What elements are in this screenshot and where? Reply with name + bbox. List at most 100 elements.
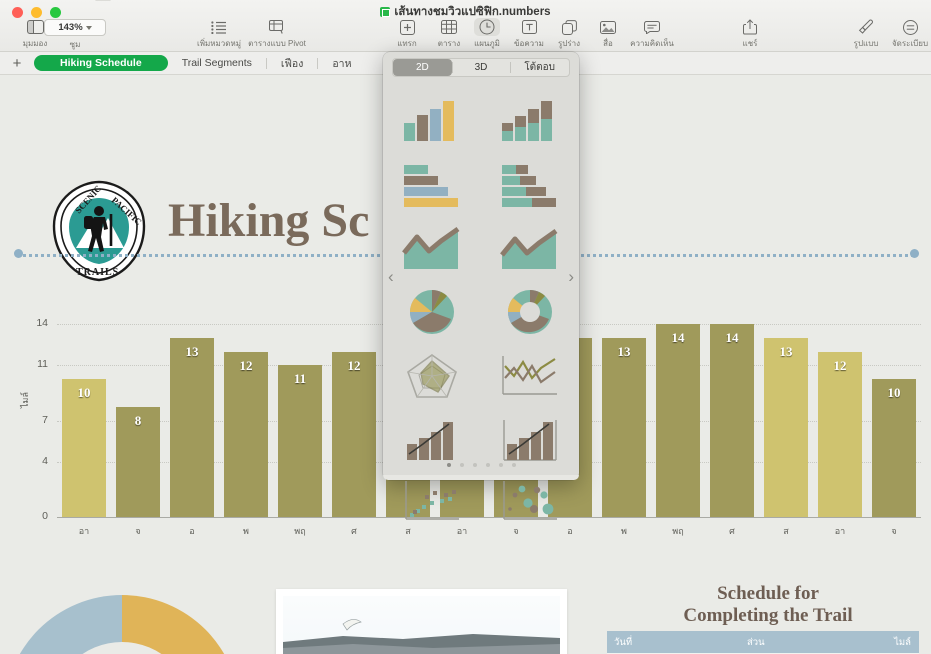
chart-bar[interactable]: 13 (602, 338, 646, 517)
table-icon (436, 18, 462, 36)
popover-prev-page-icon[interactable]: ‹ (388, 268, 394, 285)
chart-dimension-segmented-control[interactable]: 2D 3D โต้ตอบ (392, 58, 570, 77)
media-button[interactable]: สื่อ (587, 18, 629, 50)
popover-page-dot[interactable] (512, 463, 516, 467)
chart-bar-value-label: 12 (332, 358, 376, 374)
organize-label: จัดระเบียบ (892, 37, 928, 50)
popover-next-page-icon[interactable]: › (568, 268, 574, 285)
share-icon (737, 18, 763, 36)
chart-option-area-chart[interactable] (395, 219, 469, 277)
shape-label: รูปร่าง (558, 37, 580, 50)
chart-option-scatter-chart[interactable] (395, 472, 469, 530)
chart-bar[interactable]: 14 (710, 324, 754, 517)
chart-bar[interactable]: 12 (332, 352, 376, 517)
chart-x-tick: อา (813, 524, 867, 538)
media-icon (595, 18, 621, 36)
text-box-icon (516, 18, 542, 36)
coastline-photo[interactable] (276, 589, 567, 654)
tab-2d[interactable]: 2D (393, 59, 452, 76)
popover-page-dot[interactable] (473, 463, 477, 467)
sheet-tab-hiking-schedule[interactable]: Hiking Schedule (34, 55, 168, 71)
chart-option-two-axis-chart[interactable] (493, 411, 567, 469)
comment-label: ความคิดเห็น (630, 37, 674, 50)
chart-bar[interactable]: 12 (224, 352, 268, 517)
chart-x-tick: พ (597, 524, 651, 538)
chart-type-grid[interactable] (383, 88, 579, 496)
chart-y-tick: 14 (24, 317, 48, 329)
organize-button[interactable]: จัดระเบียบ (884, 18, 931, 50)
chart-bar-value-label: 12 (818, 358, 862, 374)
chart-x-tick: พฤ (651, 524, 705, 538)
chart-option-donut-chart[interactable] (493, 283, 567, 341)
popover-page-dot[interactable] (447, 463, 451, 467)
chart-bar-value-label: 13 (602, 344, 646, 360)
sheet-tab-food[interactable]: อาห (318, 53, 365, 74)
titlebar: เส้นทางชมวิวแปซิฟิก.numbers มุมมอง 143% … (0, 0, 931, 52)
chart-bar-value-label: 12 (224, 358, 268, 374)
tab-interactive[interactable]: โต้ตอบ (510, 59, 569, 76)
schedule-table[interactable]: วันที่ ส่วน ไมล์ 5-20 กรกฎาคม 2558 Calif… (607, 631, 919, 654)
popover-footer (383, 475, 579, 480)
popover-page-dots[interactable] (383, 463, 579, 467)
comment-button[interactable]: ความคิดเห็น (624, 18, 680, 50)
schedule-title-line2: Completing the Trail (605, 605, 931, 627)
chart-bar-value-label: 13 (170, 344, 214, 360)
chart-type-popover[interactable]: 2D 3D โต้ตอบ (383, 52, 579, 480)
chart-bar[interactable]: 14 (656, 324, 700, 517)
chart-bar[interactable]: 12 (818, 352, 862, 517)
chart-bar[interactable]: 13 (170, 338, 214, 517)
insert-button[interactable]: แทรก (386, 18, 428, 50)
chart-option-line-chart[interactable] (493, 347, 567, 405)
chart-bar-value-label: 8 (116, 413, 160, 429)
chart-bar[interactable]: 8 (116, 407, 160, 517)
popover-page-dot[interactable] (460, 463, 464, 467)
numbers-window: เส้นทางชมวิวแปซิฟิก.numbers มุมมอง 143% … (0, 0, 931, 654)
popover-page-dot[interactable] (486, 463, 490, 467)
sheet-tab-trail-segments[interactable]: Trail Segments (168, 55, 266, 71)
chart-button[interactable]: แผนภูมิ (466, 18, 508, 50)
numbers-document-icon (380, 7, 390, 17)
schedule-title-line1: Schedule for (605, 583, 931, 605)
zoom-select[interactable]: 143% (44, 19, 106, 36)
chart-bar[interactable]: 10 (62, 379, 106, 517)
chart-bar[interactable]: 11 (278, 365, 322, 517)
chart-y-tick: 0 (24, 510, 48, 522)
table-label: ตาราง (438, 37, 460, 50)
share-label: แชร์ (743, 37, 758, 50)
pivot-table-label: ตารางแบบ Pivot (248, 37, 306, 50)
chart-bar-value-label: 13 (764, 344, 808, 360)
add-sheet-button[interactable]: + (0, 56, 34, 71)
percentage-of-trail-donut-chart[interactable] (0, 589, 246, 654)
chart-option-pie-chart[interactable] (395, 283, 469, 341)
text-box-label: ข้อความ (514, 37, 544, 50)
pivot-table-icon (264, 18, 290, 36)
pivot-table-button[interactable]: ตารางแบบ Pivot (238, 18, 316, 50)
chart-option-stacked-column-chart[interactable] (493, 91, 567, 149)
chart-x-tick: พ (219, 524, 273, 538)
chart-bar[interactable]: 13 (764, 338, 808, 517)
chart-option-radar-chart[interactable] (395, 347, 469, 405)
chart-y-tick: 7 (24, 414, 48, 426)
chart-x-tick: ศ (705, 524, 759, 538)
text-box-button[interactable]: ข้อความ (508, 18, 550, 50)
media-label: สื่อ (603, 37, 613, 50)
comment-icon (639, 18, 665, 36)
chart-option-bubble-chart[interactable] (493, 472, 567, 530)
chart-option-mixed-column-line-chart[interactable] (395, 411, 469, 469)
share-button[interactable]: แชร์ (722, 18, 778, 50)
sheet-tab-gear[interactable]: เฟือง (267, 53, 317, 74)
shape-button[interactable]: รูปร่าง (548, 18, 590, 50)
chart-x-tick: อ (165, 524, 219, 538)
tab-3d[interactable]: 3D (452, 59, 511, 76)
column-header-section: ส่วน (747, 635, 875, 650)
column-header-date: วันที่ (607, 635, 747, 650)
chart-option-column-chart[interactable] (395, 91, 469, 149)
popover-page-dot[interactable] (499, 463, 503, 467)
chart-bar[interactable]: 10 (872, 379, 916, 517)
chart-option-stacked-bar-chart[interactable] (493, 155, 567, 213)
chart-option-bar-chart[interactable] (395, 155, 469, 213)
table-button[interactable]: ตาราง (428, 18, 470, 50)
category-list-icon (206, 18, 232, 36)
chart-y-axis-label: ไมล์ (18, 392, 32, 408)
chart-option-stacked-area-chart[interactable] (493, 219, 567, 277)
